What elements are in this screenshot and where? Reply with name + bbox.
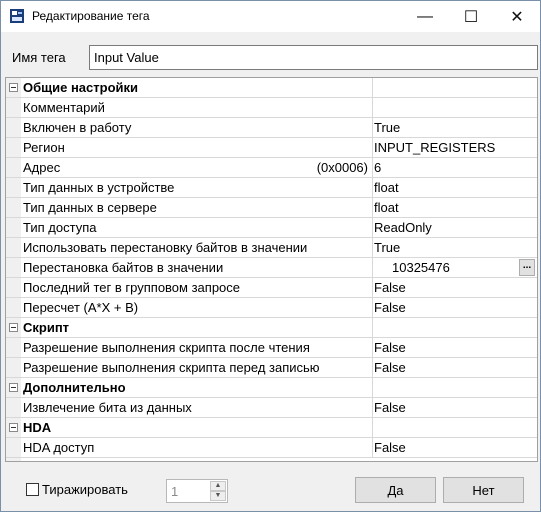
property-value-text: True	[374, 120, 401, 135]
property-name: Извлечение бита из данных	[23, 400, 192, 415]
property-value[interactable]: 6	[372, 158, 537, 177]
maximize-icon: ☐	[463, 8, 479, 26]
property-value[interactable]: False	[372, 338, 537, 357]
replicate-label[interactable]: Тиражировать	[42, 482, 128, 497]
property-row[interactable]: Последний тег в групповом запросе False	[6, 278, 537, 298]
category-row[interactable]: Дополнительно	[6, 378, 537, 398]
property-row[interactable]: Извлечение бита из данных False	[6, 398, 537, 418]
property-row[interactable]: Комментарий	[6, 98, 537, 118]
property-name: Тип данных в устройстве	[23, 180, 175, 195]
property-row[interactable]: Разрешение выполнения скрипта перед запи…	[6, 358, 537, 378]
property-value[interactable]: 10325476...	[372, 258, 537, 277]
property-row[interactable]: Тип данных в устройстве float	[6, 178, 537, 198]
property-grid: Общие настройки Комментарий Включен в рабо…	[5, 77, 538, 462]
replicate-checkbox[interactable]	[26, 483, 39, 496]
property-row[interactable]: Адрес (0x0006) 6	[6, 158, 537, 178]
property-value-text: False	[374, 280, 406, 295]
property-value-text: False	[374, 360, 406, 375]
category-name: Общие настройки	[23, 80, 138, 95]
property-value[interactable]: float	[372, 198, 537, 217]
property-value[interactable]: False	[372, 278, 537, 297]
tag-editor-window: Редактирование тега — ☐ ✕ Имя тега Input…	[0, 0, 541, 512]
close-button[interactable]: ✕	[494, 1, 540, 32]
property-name: Регион	[23, 140, 65, 155]
category-row[interactable]: Скрипт	[6, 318, 537, 338]
replicate-count-value: 1	[171, 484, 179, 499]
property-value-text: float	[374, 200, 399, 215]
property-value-text: ReadOnly	[374, 220, 432, 235]
category-row[interactable]: HDA	[6, 418, 537, 438]
property-name: Тип доступа	[23, 220, 97, 235]
property-value	[372, 318, 537, 337]
minimize-icon: —	[417, 7, 433, 25]
property-name: Разрешение выполнения скрипта после чтен…	[23, 340, 310, 355]
property-name: Последний тег в групповом запросе	[23, 280, 241, 295]
property-value-text: float	[374, 180, 399, 195]
tag-name-input[interactable]: Input Value	[89, 45, 538, 70]
property-name: Разрешение выполнения скрипта перед запи…	[23, 360, 320, 375]
category-name: Скрипт	[23, 320, 70, 335]
category-name: HDA	[23, 420, 52, 435]
category-row[interactable]: Общие настройки	[6, 78, 537, 98]
property-value[interactable]: True	[372, 118, 537, 137]
property-value-text: False	[374, 340, 406, 355]
property-value	[372, 378, 537, 397]
property-value-text: False	[374, 400, 406, 415]
property-value[interactable]: True	[372, 238, 537, 257]
replicate-count-spinner[interactable]: 1 ▲ ▼	[166, 479, 228, 503]
maximize-button[interactable]: ☐	[448, 1, 494, 32]
minimize-button[interactable]: —	[402, 1, 448, 32]
property-row[interactable]: HDA доступ False	[6, 438, 537, 458]
property-value[interactable]: float	[372, 178, 537, 197]
collapse-minus-icon[interactable]	[9, 383, 18, 392]
property-name: Включен в работу	[23, 120, 132, 135]
address-hex-suffix: (0x0006)	[316, 160, 368, 175]
property-row[interactable]: Тип данных в сервере float	[6, 198, 537, 218]
ellipsis-button[interactable]: ...	[519, 259, 535, 276]
collapse-minus-icon[interactable]	[9, 323, 18, 332]
arrow-down-icon[interactable]: ▼	[210, 491, 226, 501]
property-value[interactable]: INPUT_REGISTERS	[372, 138, 537, 157]
property-value[interactable]: ReadOnly	[372, 218, 537, 237]
collapse-minus-icon[interactable]	[9, 423, 18, 432]
property-value-text: INPUT_REGISTERS	[374, 140, 496, 155]
property-row[interactable]: Использовать перестановку байтов в значе…	[6, 238, 537, 258]
property-name: Адрес (0x0006)	[23, 160, 368, 175]
property-name: Перестановка байтов в значении	[23, 260, 224, 275]
property-value	[372, 418, 537, 437]
ok-button[interactable]: Да	[355, 477, 436, 503]
window-title: Редактирование тега	[32, 9, 150, 23]
property-name: Пересчет (A*X + B)	[23, 300, 139, 315]
property-row[interactable]: Тип доступа ReadOnly	[6, 218, 537, 238]
tag-name-label: Имя тега	[12, 50, 66, 65]
close-icon: ✕	[510, 8, 524, 26]
property-name: HDA доступ	[23, 440, 95, 455]
property-name: Комментарий	[23, 100, 105, 115]
opc-server-icon	[10, 9, 24, 23]
property-value-text: True	[374, 240, 401, 255]
cancel-button[interactable]: Нет	[443, 477, 524, 503]
property-row[interactable]: Перестановка байтов в значении 10325476..…	[6, 258, 537, 278]
property-value-text: False	[374, 300, 406, 315]
property-value[interactable]: False	[372, 358, 537, 377]
property-value[interactable]	[372, 98, 537, 117]
collapse-minus-icon[interactable]	[9, 83, 18, 92]
property-value-text: 6	[374, 160, 382, 175]
property-row[interactable]: Пересчет (A*X + B) False	[6, 298, 537, 318]
title-bar: Редактирование тега — ☐ ✕	[1, 1, 540, 32]
property-value[interactable]: False	[372, 298, 537, 317]
property-value-text: False	[374, 440, 406, 455]
property-row[interactable]: Включен в работу True	[6, 118, 537, 138]
category-name: Дополнительно	[23, 380, 126, 395]
property-value[interactable]: False	[372, 398, 537, 417]
property-value[interactable]: False	[372, 438, 537, 457]
property-row[interactable]: Регион INPUT_REGISTERS	[6, 138, 537, 158]
property-name: Тип данных в сервере	[23, 200, 157, 215]
property-row[interactable]: Разрешение выполнения скрипта после чтен…	[6, 338, 537, 358]
arrow-up-icon[interactable]: ▲	[210, 481, 226, 491]
property-name: Использовать перестановку байтов в значе…	[23, 240, 308, 255]
property-value	[372, 78, 537, 97]
property-value-text: 10325476	[392, 260, 450, 275]
